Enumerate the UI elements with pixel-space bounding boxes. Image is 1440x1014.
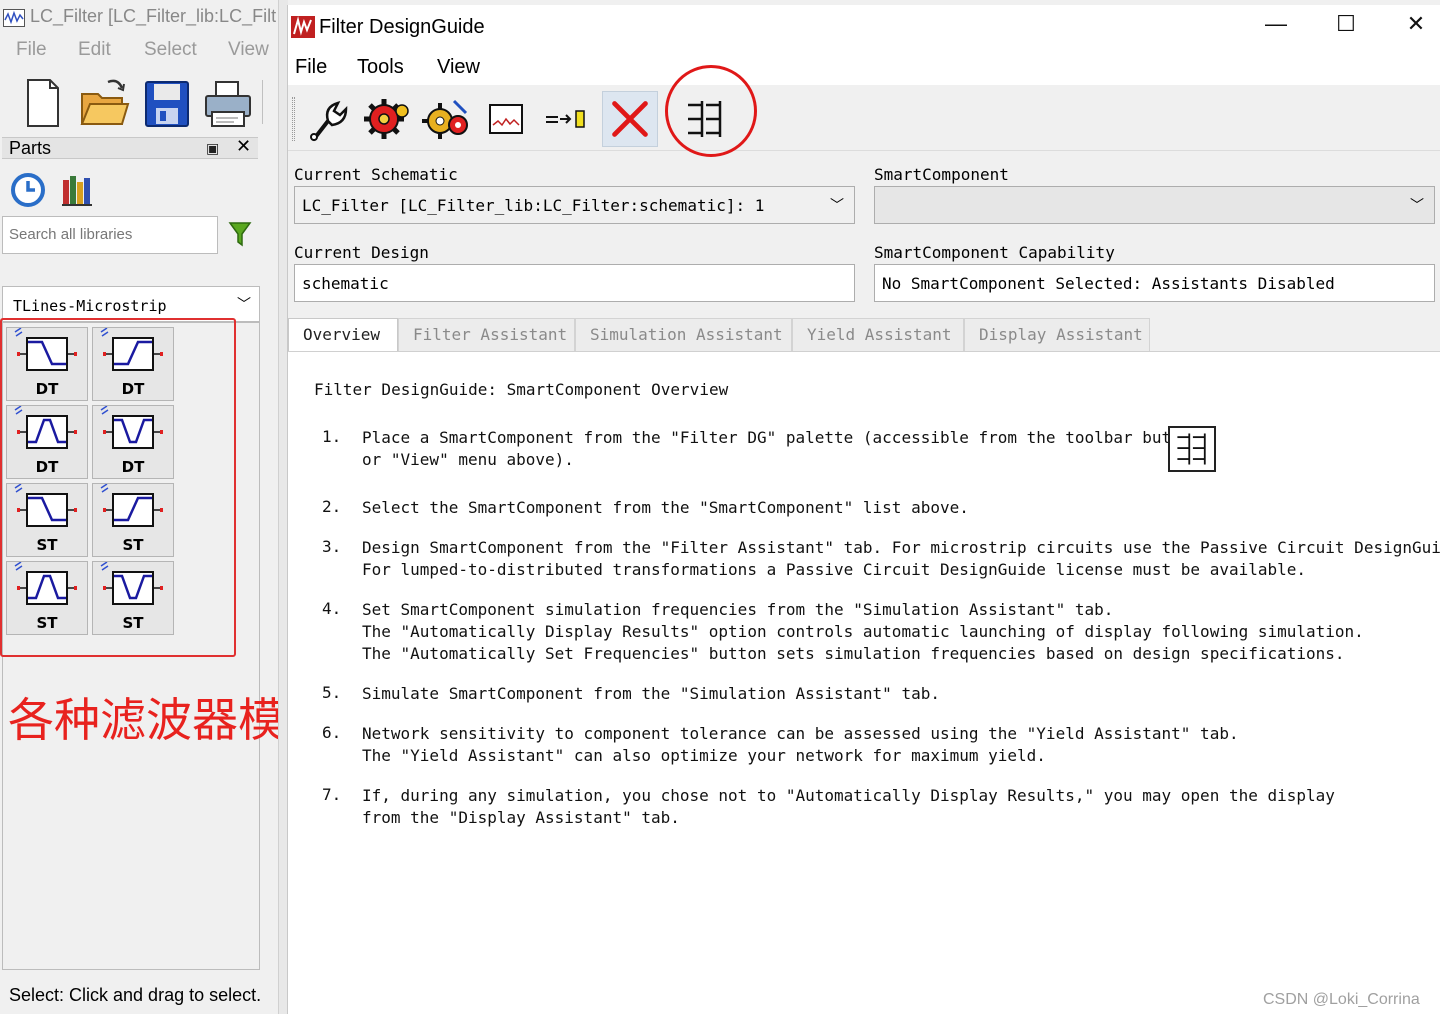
tab-yield-assistant[interactable]: Yield Assistant <box>792 318 964 352</box>
list-item-text: Place a SmartComponent from the "Filter … <box>362 428 1201 447</box>
library-select-value: TLines-Microstrip <box>13 297 167 315</box>
list-item-number: 1. <box>322 427 342 446</box>
schematic-window: LC_Filter [LC_Filter_lib:LC_Filt File Ed… <box>0 0 330 1014</box>
library-select[interactable]: TLines-Microstrip ﹀ <box>2 286 260 322</box>
list-item-number: 4. <box>322 599 342 618</box>
menu-view[interactable]: View <box>437 56 480 79</box>
maximize-button[interactable]: ☐ <box>1326 11 1366 45</box>
minimize-button[interactable]: — <box>1256 11 1296 45</box>
chevron-down-icon: ﹀ <box>237 296 251 312</box>
list-item-text: from the "Display Assistant" tab. <box>362 808 680 827</box>
menu-tools[interactable]: Tools <box>357 56 404 79</box>
dialog-title: Filter DesignGuide <box>319 16 485 38</box>
dialog-title-bar: Filter DesignGuide — ☐ ✕ <box>288 5 1440 49</box>
list-item-text: If, during any simulation, you chose not… <box>362 786 1335 805</box>
library-books-icon[interactable] <box>60 172 96 208</box>
capability-label: SmartComponent Capability <box>874 243 1115 262</box>
status-bar-text: Select: Click and drag to select. <box>9 985 262 1005</box>
assistant-tabs: Overview Filter Assistant Simulation Ass… <box>288 318 1440 354</box>
save-disk-icon[interactable] <box>140 74 192 130</box>
current-schematic-select[interactable]: LC_Filter [LC_Filter_lib:LC_Filter:schem… <box>294 186 855 224</box>
schematic-menu-bar: File Edit Select View <box>0 36 280 68</box>
menu-file[interactable]: File <box>295 56 327 79</box>
print-icon[interactable] <box>202 74 254 130</box>
list-item-number: 5. <box>322 683 342 702</box>
close-icon[interactable]: ✕ <box>236 136 251 157</box>
tab-display-assistant[interactable]: Display Assistant <box>964 318 1150 352</box>
current-design-field[interactable]: schematic <box>294 264 855 302</box>
list-item-text: or "View" menu above). <box>362 450 574 469</box>
gear-multi-icon[interactable] <box>418 91 474 147</box>
list-item-text: The "Yield Assistant" can also optimize … <box>362 746 1046 765</box>
annotation-circle <box>665 65 757 157</box>
schematic-menu-edit[interactable]: Edit <box>78 39 111 61</box>
overview-heading: Filter DesignGuide: SmartComponent Overv… <box>314 380 729 399</box>
toolbar-grip <box>292 97 295 141</box>
smart-component-select[interactable]: ﹀ <box>874 186 1435 224</box>
chevron-down-icon: ﹀ <box>830 198 844 214</box>
schematic-app-icon <box>3 9 25 27</box>
dialog-menu-bar: File Tools View <box>288 49 1440 85</box>
open-folder-icon[interactable] <box>78 74 130 130</box>
delete-icon[interactable] <box>602 91 658 147</box>
list-item-number: 3. <box>322 537 342 556</box>
schematic-window-title: LC_Filter [LC_Filter_lib:LC_Filt <box>30 6 277 26</box>
schematic-menu-select[interactable]: Select <box>144 39 197 61</box>
parts-search-input[interactable]: Search all libraries <box>2 216 218 254</box>
smart-component-label: SmartComponent <box>874 165 1009 184</box>
recent-parts-icon[interactable] <box>10 172 46 208</box>
list-item-text: Design SmartComponent from the "Filter A… <box>362 538 1440 557</box>
designguide-app-icon <box>291 16 315 38</box>
list-item-number: 7. <box>322 785 342 804</box>
filter-funnel-icon[interactable] <box>228 220 252 248</box>
schematic-menu-view[interactable]: View <box>228 39 269 61</box>
annotation-highlight-box <box>0 318 236 657</box>
new-file-icon[interactable] <box>16 74 68 130</box>
overview-panel: Filter DesignGuide: SmartComponent Overv… <box>288 351 1440 1014</box>
plot-icon[interactable] <box>478 91 534 147</box>
schematic-menu-file[interactable]: File <box>16 39 47 61</box>
tab-filter-assistant[interactable]: Filter Assistant <box>398 318 575 352</box>
current-schematic-label: Current Schematic <box>294 165 458 184</box>
list-item-number: 2. <box>322 497 342 516</box>
chevron-down-icon: ﹀ <box>1410 198 1424 214</box>
dialog-toolbar <box>288 85 1440 151</box>
wrench-icon[interactable] <box>298 91 354 147</box>
connector-icon[interactable] <box>538 91 594 147</box>
tab-simulation-assistant[interactable]: Simulation Assistant <box>575 318 792 352</box>
list-item-text: Network sensitivity to component toleran… <box>362 724 1239 743</box>
watermark: CSDN @Loki_Corrina <box>1263 991 1420 1008</box>
toolbar-separator <box>262 80 263 124</box>
list-item-text: Set SmartComponent simulation frequencie… <box>362 600 1114 619</box>
list-item-text: Simulate SmartComponent from the "Simula… <box>362 684 940 703</box>
undock-icon[interactable]: ▣ <box>206 140 219 157</box>
window-close-button[interactable]: ✕ <box>1396 11 1436 45</box>
list-item-text: For lumped-to-distributed transformation… <box>362 560 1307 579</box>
current-schematic-value: LC_Filter [LC_Filter_lib:LC_Filter:schem… <box>302 196 765 215</box>
schematic-toolbar <box>0 70 280 132</box>
capability-field: No SmartComponent Selected: Assistants D… <box>874 264 1435 302</box>
gear-red-icon[interactable] <box>358 91 414 147</box>
parts-panel-header: Parts ▣ ✕ <box>2 136 258 159</box>
tab-overview[interactable]: Overview <box>288 318 398 354</box>
current-design-label: Current Design <box>294 243 429 262</box>
list-item-text: Select the SmartComponent from the "Smar… <box>362 498 969 517</box>
filter-designguide-dialog: Filter DesignGuide — ☐ ✕ File Tools View… <box>287 5 1440 1014</box>
list-item-text: The "Automatically Display Results" opti… <box>362 622 1364 641</box>
schematic-title-bar: LC_Filter [LC_Filter_lib:LC_Filt <box>0 0 280 36</box>
palette-icon <box>1168 426 1216 472</box>
list-item-number: 6. <box>322 723 342 742</box>
list-item-text: The "Automatically Set Frequencies" butt… <box>362 644 1345 663</box>
parts-panel-title: Parts <box>9 138 52 158</box>
